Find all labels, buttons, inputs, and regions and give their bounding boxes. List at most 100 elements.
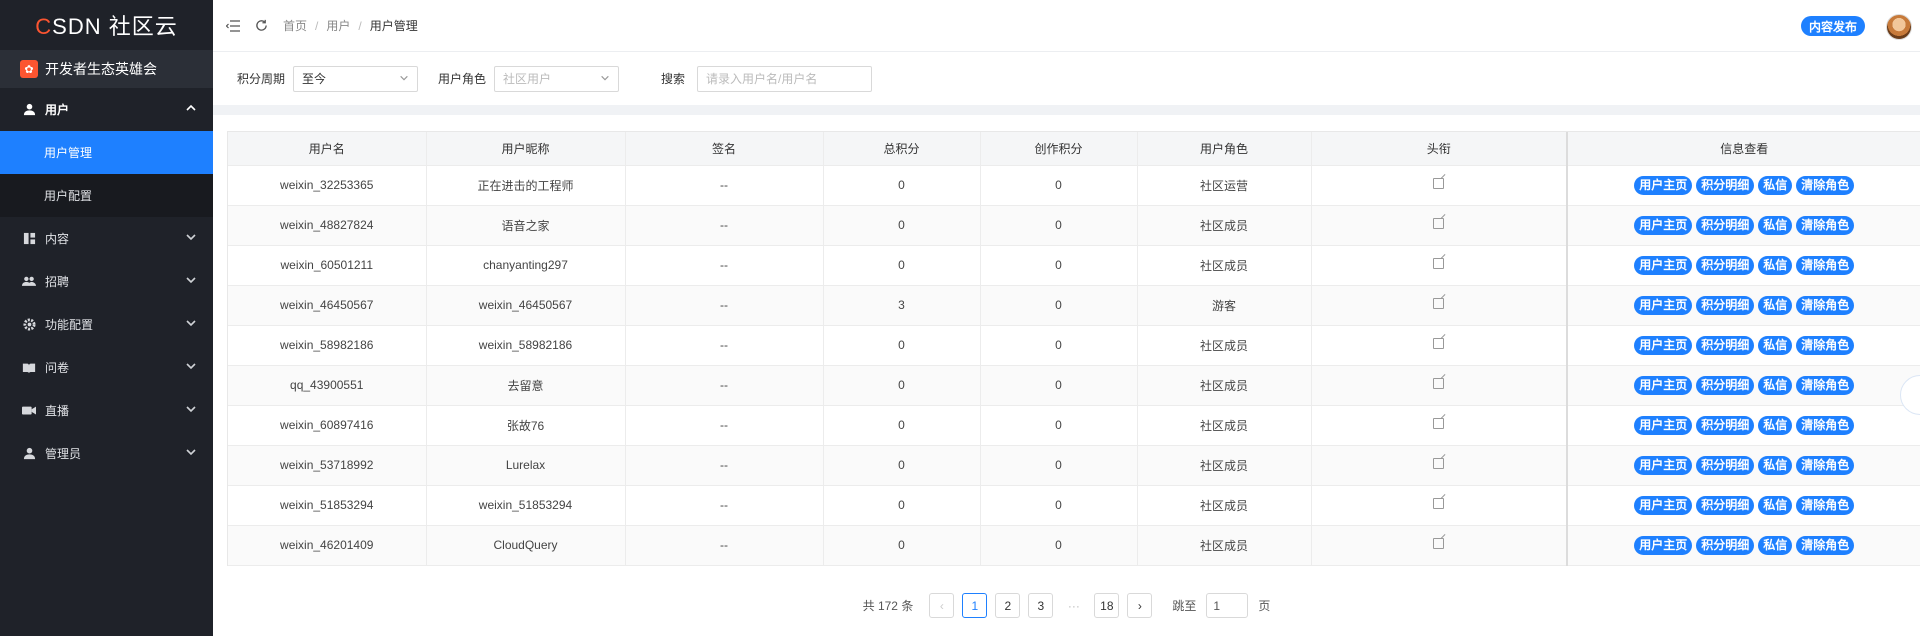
cell-actions: 用户主页 积分明细 私信 清除角色 — [1566, 365, 1920, 406]
page-1-button[interactable]: 1 — [962, 593, 988, 618]
clear-role-button[interactable]: 清除角色 — [1796, 295, 1855, 315]
sidebar-item-user-config[interactable]: 用户配置 — [0, 174, 213, 217]
sidebar-item-recruit[interactable]: 招聘 — [0, 260, 213, 303]
user-home-button[interactable]: 用户主页 — [1634, 375, 1693, 395]
points-detail-button[interactable]: 积分明细 — [1696, 175, 1755, 195]
sidebar-item-content[interactable]: 内容 — [0, 217, 213, 260]
table-row: qq_43900551 去留意 -- 0 0 社区成员 用户主页 积分明细 私信 清除角色 — [228, 365, 1920, 406]
sidebar: CSDN 社区云 ✿ 开发者生态英雄会 用户 用户管理 用户配置 内容 招聘 功… — [0, 0, 213, 636]
cell-creation-points: 0 — [980, 285, 1138, 326]
sidebar-item-admin[interactable]: 管理员 — [0, 432, 213, 475]
col-total-points: 总积分 — [823, 132, 981, 166]
private-message-button[interactable]: 私信 — [1758, 535, 1793, 555]
sidebar-item-survey[interactable]: 问卷 — [0, 346, 213, 389]
clear-role-button[interactable]: 清除角色 — [1796, 335, 1855, 355]
page-3-button[interactable]: 3 — [1028, 593, 1054, 618]
cell-role: 社区成员 — [1137, 405, 1312, 446]
user-home-button[interactable]: 用户主页 — [1634, 295, 1693, 315]
cell-username: weixin_60897416 — [228, 405, 427, 446]
top-header: 首页 / 用户 / 用户管理 内容发布 — [213, 0, 1920, 52]
clear-role-button[interactable]: 清除角色 — [1796, 215, 1855, 235]
user-home-button[interactable]: 用户主页 — [1634, 215, 1693, 235]
org-name: 开发者生态英雄会 — [45, 61, 157, 77]
points-detail-button[interactable]: 积分明细 — [1696, 415, 1755, 435]
points-detail-button[interactable]: 积分明细 — [1696, 255, 1755, 275]
edit-icon[interactable] — [1433, 498, 1445, 509]
sidebar-item-user-management[interactable]: 用户管理 — [0, 131, 213, 174]
edit-icon[interactable] — [1433, 538, 1445, 549]
page-2-button[interactable]: 2 — [995, 593, 1021, 618]
edit-icon[interactable] — [1433, 298, 1445, 309]
org-switcher[interactable]: ✿ 开发者生态英雄会 — [0, 50, 213, 88]
user-home-button[interactable]: 用户主页 — [1634, 455, 1693, 475]
edit-icon[interactable] — [1433, 258, 1445, 269]
cell-nickname: 张故76 — [426, 405, 626, 446]
col-info: 信息查看 — [1566, 132, 1920, 166]
user-home-button[interactable]: 用户主页 — [1634, 335, 1693, 355]
edit-icon[interactable] — [1433, 338, 1445, 349]
points-detail-button[interactable]: 积分明细 — [1696, 335, 1755, 355]
points-detail-button[interactable]: 积分明细 — [1696, 455, 1755, 475]
cell-role: 社区成员 — [1137, 485, 1312, 526]
page-last-button[interactable]: 18 — [1094, 593, 1120, 618]
points-detail-button[interactable]: 积分明细 — [1696, 535, 1755, 555]
private-message-button[interactable]: 私信 — [1758, 495, 1793, 515]
clear-role-button[interactable]: 清除角色 — [1796, 495, 1855, 515]
sidebar-item-feature-config[interactable]: 功能配置 — [0, 303, 213, 346]
user-home-button[interactable]: 用户主页 — [1634, 415, 1693, 435]
private-message-button[interactable]: 私信 — [1758, 215, 1793, 235]
user-home-button[interactable]: 用户主页 — [1634, 255, 1693, 275]
points-detail-button[interactable]: 积分明细 — [1696, 295, 1755, 315]
prev-page-button[interactable]: ‹ — [929, 593, 955, 618]
edit-icon[interactable] — [1433, 458, 1445, 469]
points-detail-button[interactable]: 积分明细 — [1696, 375, 1755, 395]
cell-creation-points: 0 — [980, 325, 1138, 366]
user-home-button[interactable]: 用户主页 — [1634, 175, 1693, 195]
cell-role: 社区成员 — [1137, 365, 1312, 406]
clear-role-button[interactable]: 清除角色 — [1796, 415, 1855, 435]
cell-nickname: CloudQuery — [426, 525, 626, 566]
private-message-button[interactable]: 私信 — [1758, 455, 1793, 475]
search-input[interactable] — [697, 65, 873, 92]
menu-fold-icon[interactable] — [225, 18, 241, 34]
sidebar-item-user[interactable]: 用户 — [0, 88, 213, 131]
private-message-button[interactable]: 私信 — [1758, 375, 1793, 395]
content-icon — [22, 232, 36, 246]
points-detail-button[interactable]: 积分明细 — [1696, 215, 1755, 235]
cell-signature: -- — [625, 285, 824, 326]
role-placeholder: 社区用户 — [503, 72, 552, 86]
private-message-button[interactable]: 私信 — [1758, 415, 1793, 435]
breadcrumb-home[interactable]: 首页 — [283, 17, 307, 34]
private-message-button[interactable]: 私信 — [1758, 295, 1793, 315]
edit-icon[interactable] — [1433, 218, 1445, 229]
video-icon — [22, 404, 36, 418]
breadcrumb-user[interactable]: 用户 — [326, 17, 350, 34]
clear-role-button[interactable]: 清除角色 — [1796, 375, 1855, 395]
clear-role-button[interactable]: 清除角色 — [1796, 455, 1855, 475]
jump-input[interactable]: 1 — [1206, 593, 1249, 618]
clear-role-button[interactable]: 清除角色 — [1796, 255, 1855, 275]
chevron-down-icon — [185, 446, 197, 458]
edit-icon[interactable] — [1433, 178, 1445, 189]
user-home-button[interactable]: 用户主页 — [1634, 535, 1693, 555]
edit-icon[interactable] — [1433, 418, 1445, 429]
main-panel: 用户名 用户昵称 签名 总积分 创作积分 用户角色 头衔 信息查看 weixin… — [213, 115, 1920, 636]
sidebar-item-live[interactable]: 直播 — [0, 389, 213, 432]
pagination-ellipsis[interactable]: ··· — [1061, 593, 1087, 618]
edit-icon[interactable] — [1433, 378, 1445, 389]
refresh-icon[interactable] — [253, 18, 269, 34]
clear-role-button[interactable]: 清除角色 — [1796, 535, 1855, 555]
clear-role-button[interactable]: 清除角色 — [1796, 175, 1855, 195]
private-message-button[interactable]: 私信 — [1758, 175, 1793, 195]
private-message-button[interactable]: 私信 — [1758, 335, 1793, 355]
period-select[interactable]: 至今 — [293, 65, 419, 92]
points-detail-button[interactable]: 积分明细 — [1696, 495, 1755, 515]
role-select[interactable]: 社区用户 — [494, 65, 620, 92]
avatar[interactable] — [1886, 14, 1912, 40]
logo[interactable]: CSDN 社区云 — [0, 0, 213, 50]
user-home-button[interactable]: 用户主页 — [1634, 495, 1693, 515]
private-message-button[interactable]: 私信 — [1758, 255, 1793, 275]
cell-actions: 用户主页 积分明细 私信 清除角色 — [1566, 525, 1920, 566]
next-page-button[interactable]: › — [1127, 593, 1153, 618]
publish-content-button[interactable]: 内容发布 — [1800, 16, 1865, 36]
